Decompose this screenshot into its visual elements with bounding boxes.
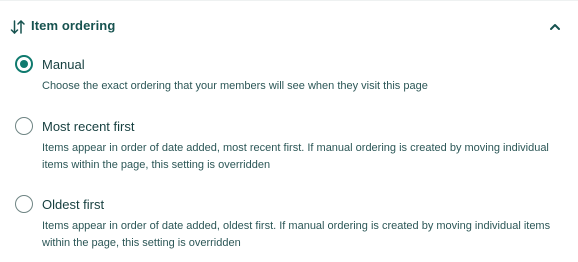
option-description: Items appear in order of date added, mos… bbox=[42, 142, 549, 171]
option-label[interactable]: Most recent first bbox=[42, 119, 134, 134]
option-description: Choose the exact ordering that your memb… bbox=[42, 80, 428, 92]
chevron-up-icon[interactable] bbox=[546, 18, 564, 36]
radio-manual[interactable] bbox=[15, 55, 33, 73]
item-ordering-panel: Item ordering Manual Choose the exact or… bbox=[0, 0, 578, 262]
section-title: Item ordering bbox=[31, 18, 116, 33]
sort-arrows-icon bbox=[10, 20, 26, 34]
item-ordering-header[interactable]: Item ordering bbox=[0, 1, 578, 51]
option-label[interactable]: Manual bbox=[42, 57, 85, 72]
radio-most-recent-first[interactable] bbox=[15, 117, 33, 135]
option-description: Items appear in order of date added, old… bbox=[42, 220, 551, 249]
radio-dot bbox=[20, 60, 28, 68]
radio-oldest-first[interactable] bbox=[15, 195, 33, 213]
option-label[interactable]: Oldest first bbox=[42, 197, 104, 212]
